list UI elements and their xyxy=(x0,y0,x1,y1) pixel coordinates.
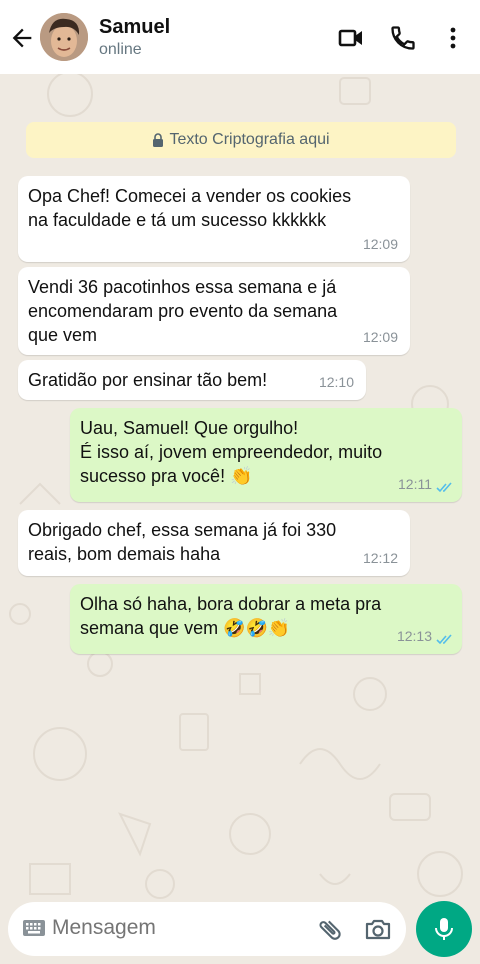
mic-button[interactable] xyxy=(416,901,472,957)
chat-area[interactable]: Texto Criptografia aqui Opa Chef! Comece… xyxy=(0,74,480,964)
more-options-icon[interactable] xyxy=(439,24,467,52)
message-time: 12:13 xyxy=(396,628,432,644)
message-text: Vendi 36 pacotinhos essa semana e já enc… xyxy=(28,277,338,345)
read-ticks-icon xyxy=(436,482,452,493)
message-input-bar[interactable] xyxy=(8,902,406,956)
message-bubble[interactable]: Vendi 36 pacotinhos essa semana e já enc… xyxy=(18,267,410,355)
attach-icon[interactable] xyxy=(316,916,344,944)
contact-status: online xyxy=(99,41,142,58)
message-input[interactable] xyxy=(52,916,302,940)
contact-name[interactable]: Samuel xyxy=(99,16,170,39)
message-bubble[interactable]: Obrigado chef, essa semana já foi 330 re… xyxy=(18,510,410,576)
mic-icon xyxy=(435,918,453,940)
message-bubble[interactable]: Opa Chef! Comecei a vender os cookies na… xyxy=(18,176,410,262)
lock-icon xyxy=(153,133,164,147)
message-time: 12:12 xyxy=(362,550,398,566)
message-text: Opa Chef! Comecei a vender os cookies na… xyxy=(28,186,352,230)
camera-icon[interactable] xyxy=(364,916,392,942)
phone-icon[interactable] xyxy=(389,24,417,52)
read-ticks-icon xyxy=(436,634,452,645)
message-text: Obrigado chef, essa semana já foi 330 re… xyxy=(28,520,337,564)
message-bubble-outgoing[interactable]: Olha só haha, bora dobrar a meta pra sem… xyxy=(70,584,462,654)
message-time: 12:09 xyxy=(362,329,398,345)
encryption-notice-text: Texto Criptografia aqui xyxy=(169,131,330,148)
message-time: 12:10 xyxy=(318,374,354,390)
chat-header: Samuel online xyxy=(0,0,480,74)
video-call-icon[interactable] xyxy=(337,24,365,52)
message-text: Uau, Samuel! Que orgulho! É isso aí, jov… xyxy=(80,418,383,486)
message-time: 12:09 xyxy=(362,236,398,252)
message-bubble[interactable]: Gratidão por ensinar tão bem! 12:10 xyxy=(18,360,366,400)
message-time: 12:11 xyxy=(398,476,432,492)
message-text: Gratidão por ensinar tão bem! xyxy=(28,370,268,390)
avatar[interactable] xyxy=(40,13,88,61)
encryption-notice[interactable]: Texto Criptografia aqui xyxy=(26,122,456,158)
message-bubble-outgoing[interactable]: Uau, Samuel! Que orgulho! É isso aí, jov… xyxy=(70,408,462,502)
keyboard-icon[interactable] xyxy=(22,919,46,937)
back-arrow-icon[interactable] xyxy=(8,24,36,52)
